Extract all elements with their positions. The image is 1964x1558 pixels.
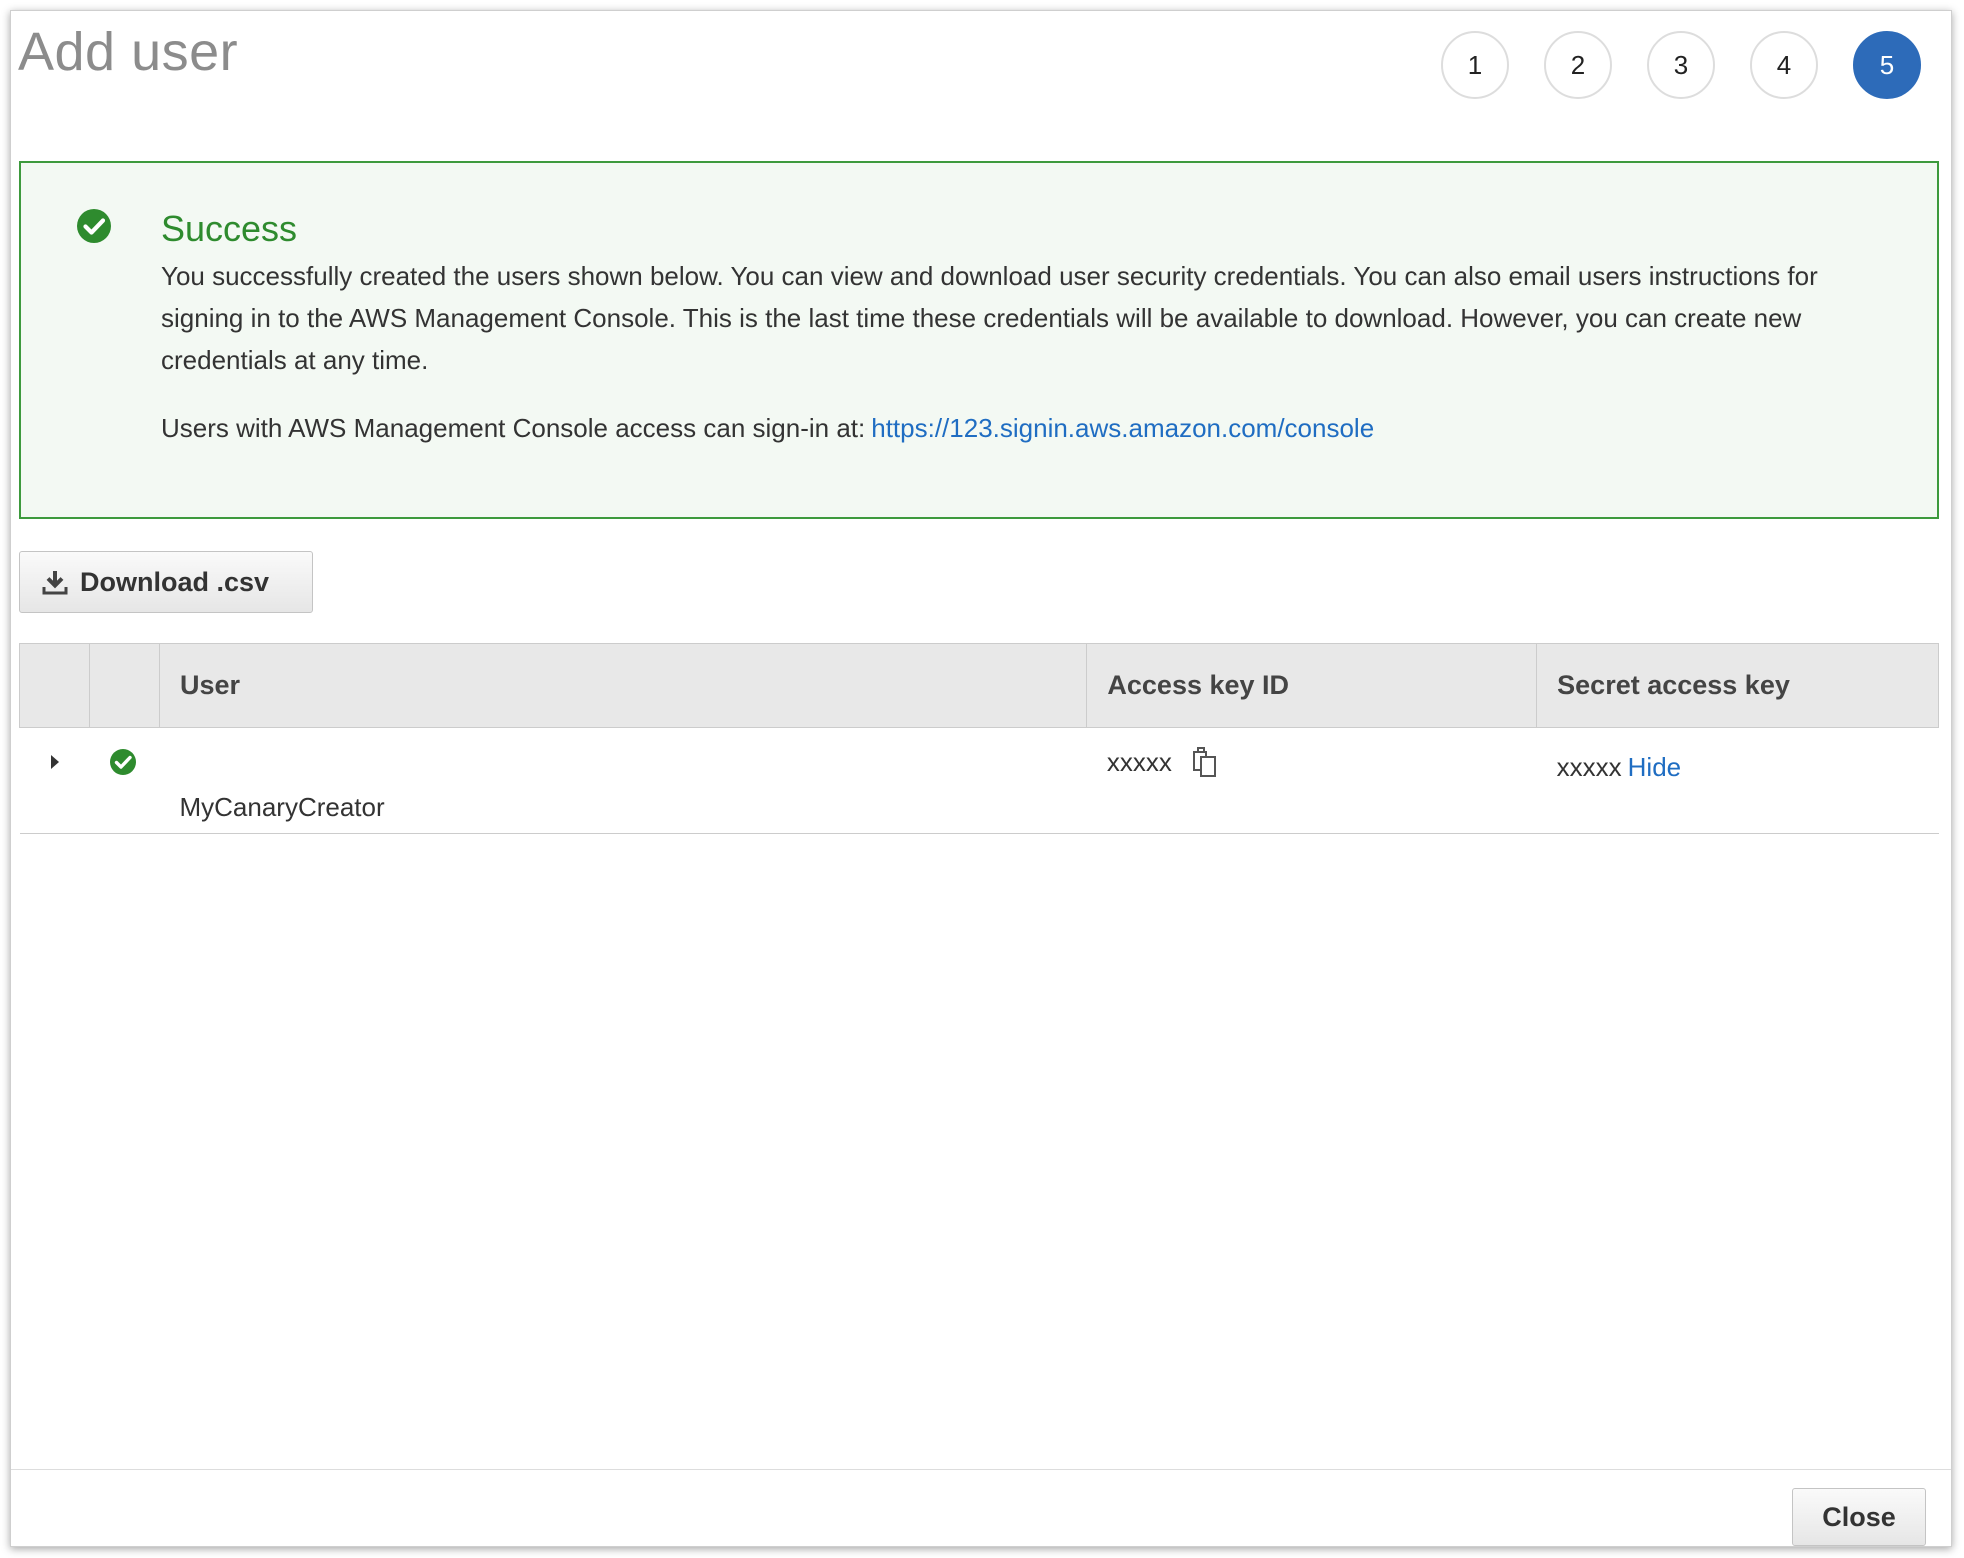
secret-key-cell: xxxxx Hide [1536, 727, 1939, 834]
users-table: User Access key ID Secret access key MyC… [19, 643, 1939, 834]
step-1[interactable]: 1 [1441, 31, 1509, 99]
access-key-column-header[interactable]: Access key ID [1086, 643, 1538, 728]
table-row: MyCanaryCreator xxxxx xxxxx Hide [19, 727, 1939, 834]
secret-key-value: xxxxx [1556, 752, 1622, 782]
user-column-header[interactable]: User [158, 643, 1088, 728]
copy-icon[interactable] [1190, 746, 1220, 778]
step-5[interactable]: 5 [1853, 31, 1921, 99]
table-header-row: User Access key ID Secret access key [19, 643, 1939, 728]
close-button[interactable]: Close [1792, 1488, 1926, 1546]
access-key-cell: xxxxx [1086, 727, 1537, 834]
step-indicator: 1 2 3 4 5 [1441, 31, 1921, 99]
status-cell [89, 727, 160, 834]
check-circle-icon [110, 749, 137, 775]
signin-url-link[interactable]: https://123.signin.aws.amazon.com/consol… [871, 413, 1374, 443]
user-name-cell: MyCanaryCreator [159, 727, 1087, 834]
step-3[interactable]: 3 [1647, 31, 1715, 99]
download-icon [42, 571, 68, 595]
status-column-header [88, 643, 160, 728]
success-alert: Success You successfully created the use… [19, 161, 1939, 519]
secret-key-column-header[interactable]: Secret access key [1536, 643, 1939, 728]
step-2[interactable]: 2 [1544, 31, 1612, 99]
signin-prefix: Users with AWS Management Console access… [161, 413, 866, 443]
alert-message: You successfully created the users shown… [161, 261, 1818, 375]
expand-cell [19, 727, 90, 834]
expand-column-header [19, 643, 90, 728]
footer-divider [11, 1469, 1951, 1470]
signin-info: Users with AWS Management Console access… [161, 413, 1374, 444]
check-circle-icon [77, 209, 111, 243]
caret-right-icon[interactable] [48, 752, 62, 772]
page-title: Add user [18, 22, 239, 82]
hide-secret-link[interactable]: Hide [1628, 752, 1681, 782]
step-4[interactable]: 4 [1750, 31, 1818, 99]
access-key-value: xxxxx [1106, 746, 1172, 777]
download-csv-button[interactable]: Download .csv [19, 551, 313, 613]
alert-title: Success [161, 208, 298, 249]
add-user-dialog: Add user 1 2 3 4 5 Success You successfu… [10, 10, 1952, 1547]
download-csv-label: Download .csv [80, 566, 270, 597]
